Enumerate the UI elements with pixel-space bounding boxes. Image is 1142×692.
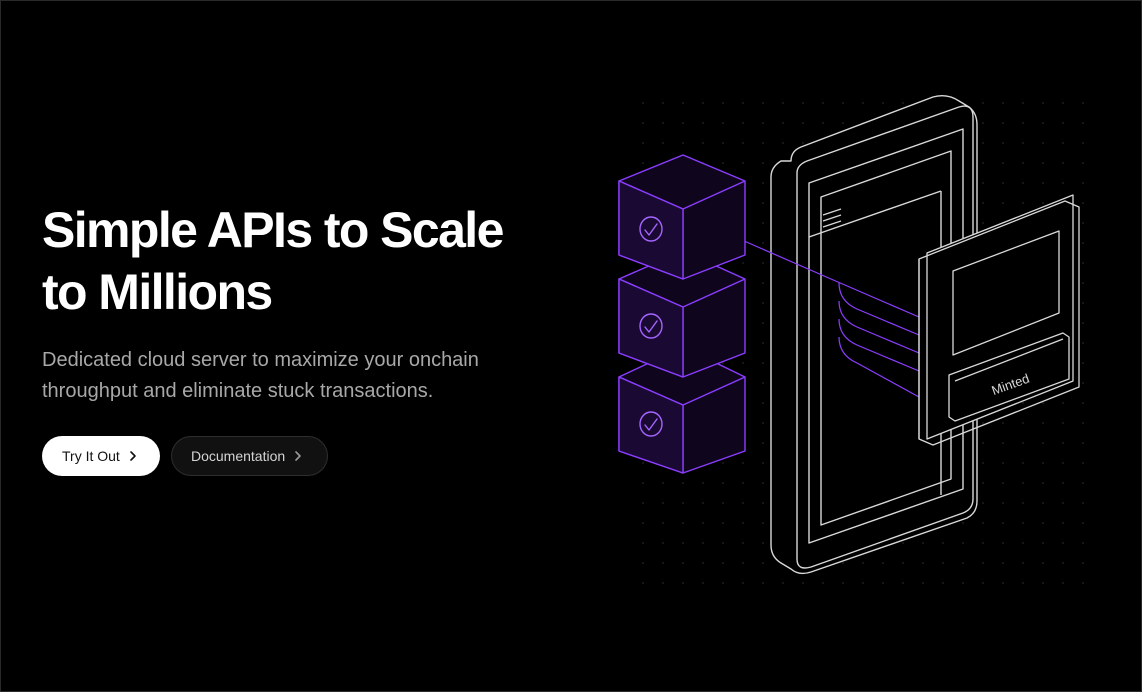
chevron-right-icon xyxy=(294,450,302,462)
hero-copy: Simple APIs to Scale to Millions Dedicat… xyxy=(42,199,562,476)
headline-line-2: to Millions xyxy=(42,264,273,320)
cta-row: Try It Out Documentation xyxy=(42,436,562,476)
hero-section: Simple APIs to Scale to Millions Dedicat… xyxy=(0,0,1142,692)
chevron-right-icon xyxy=(129,450,137,462)
headline-line-1: Simple APIs to Scale xyxy=(42,202,504,258)
block-cube xyxy=(618,154,746,280)
try-it-out-button[interactable]: Try It Out xyxy=(42,436,160,476)
documentation-button[interactable]: Documentation xyxy=(171,436,328,476)
block-stack xyxy=(618,154,746,474)
hero-headline: Simple APIs to Scale to Millions xyxy=(42,199,562,323)
documentation-label: Documentation xyxy=(191,448,286,464)
try-it-out-label: Try It Out xyxy=(62,448,120,464)
hero-subhead: Dedicated cloud server to maximize your … xyxy=(42,349,479,402)
phone-minting-illustration: Minted xyxy=(618,91,1101,591)
